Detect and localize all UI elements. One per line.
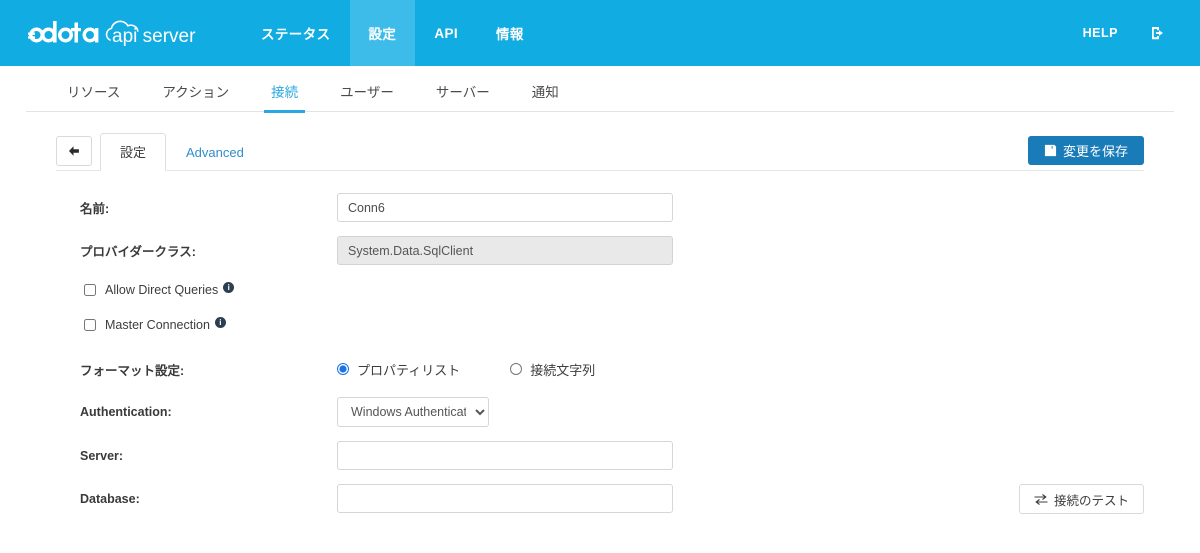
test-connection-button[interactable]: 接続のテスト xyxy=(1019,484,1144,514)
authentication-label: Authentication: xyxy=(56,405,337,419)
main-navigation: ステータス 設定 API 情報 xyxy=(242,0,543,66)
format-connection-string-label[interactable]: 接続文字列 xyxy=(530,360,595,379)
editor-tab-advanced[interactable]: Advanced xyxy=(166,136,264,170)
database-label: Database: xyxy=(56,492,337,506)
logout-button[interactable] xyxy=(1134,0,1182,66)
form-row-provider-class: プロバイダークラス: xyxy=(56,236,1144,265)
format-option-connection-string: 接続文字列 xyxy=(510,360,595,379)
top-header: api server ステータス 設定 API 情報 HELP xyxy=(0,0,1200,66)
content-panel: 設定 Advanced 変更を保存 名前: プロバイダークラス: xyxy=(0,112,1200,513)
subnav-item-resources[interactable]: リソース xyxy=(46,81,141,111)
nav-item-status[interactable]: ステータス xyxy=(242,0,350,66)
database-input[interactable] xyxy=(337,484,673,513)
master-connection-info-icon[interactable]: i xyxy=(215,317,226,328)
connection-settings-form: 名前: プロバイダークラス: Allow Direct Queries i Ma… xyxy=(56,171,1144,513)
nav-item-settings[interactable]: 設定 xyxy=(350,0,416,66)
form-row-authentication: Authentication: Windows Authenticat xyxy=(56,397,1144,427)
form-row-name: 名前: xyxy=(56,193,1144,222)
subnav-item-users[interactable]: ユーザー xyxy=(319,81,415,111)
format-property-list-radio[interactable] xyxy=(337,363,349,375)
editor-tab-settings[interactable]: 設定 xyxy=(100,133,166,171)
subnav-item-notifications[interactable]: 通知 xyxy=(511,81,580,111)
authentication-select[interactable]: Windows Authenticat xyxy=(337,397,489,427)
name-label: 名前: xyxy=(56,198,337,217)
format-radio-group: プロパティリスト 接続文字列 xyxy=(337,360,645,379)
subnav-item-actions[interactable]: アクション xyxy=(141,81,250,111)
master-connection-checkbox[interactable] xyxy=(84,319,96,331)
allow-direct-queries-label[interactable]: Allow Direct Queries xyxy=(105,283,218,297)
save-changes-button[interactable]: 変更を保存 xyxy=(1028,136,1144,165)
provider-class-label: プロバイダークラス: xyxy=(56,241,337,260)
secondary-navigation-wrapper: リソース アクション 接続 ユーザー サーバー 通知 xyxy=(0,66,1200,112)
subnav-item-server[interactable]: サーバー xyxy=(415,81,511,111)
cdata-api-server-logo-icon: api server xyxy=(26,16,196,50)
server-input[interactable] xyxy=(337,441,673,470)
secondary-navigation: リソース アクション 接続 ユーザー サーバー 通知 xyxy=(26,66,1174,112)
allow-direct-queries-row: Allow Direct Queries i xyxy=(56,283,1144,297)
allow-direct-queries-checkbox[interactable] xyxy=(84,284,96,296)
name-input[interactable] xyxy=(337,193,673,222)
transfer-icon xyxy=(1034,494,1048,505)
save-icon xyxy=(1044,144,1057,157)
format-option-property-list: プロパティリスト xyxy=(337,360,460,379)
nav-item-info[interactable]: 情報 xyxy=(477,0,543,66)
format-property-list-label[interactable]: プロパティリスト xyxy=(357,360,460,379)
save-changes-label: 変更を保存 xyxy=(1063,141,1128,160)
provider-class-input xyxy=(337,236,673,265)
svg-text:api server: api server xyxy=(112,26,196,47)
master-connection-row: Master Connection i xyxy=(56,318,1144,332)
subnav-item-connections[interactable]: 接続 xyxy=(250,81,319,111)
back-button[interactable] xyxy=(56,136,92,166)
brand-logo[interactable]: api server xyxy=(0,0,206,66)
editor-tabstrip: 設定 Advanced xyxy=(100,133,264,170)
logout-icon xyxy=(1150,25,1166,41)
header-right-actions: HELP xyxy=(1067,0,1200,66)
format-connection-string-radio[interactable] xyxy=(510,363,522,375)
server-label: Server: xyxy=(56,449,337,463)
form-row-format: フォーマット設定: プロパティリスト 接続文字列 xyxy=(56,355,1144,383)
master-connection-label[interactable]: Master Connection xyxy=(105,318,210,332)
format-label: フォーマット設定: xyxy=(56,360,337,379)
nav-item-api[interactable]: API xyxy=(415,0,477,66)
help-link[interactable]: HELP xyxy=(1067,0,1134,66)
editor-toolbar: 設定 Advanced 変更を保存 xyxy=(56,130,1144,170)
form-row-database: Database: 接続のテスト xyxy=(56,484,1144,513)
arrow-left-icon xyxy=(67,144,81,158)
test-connection-label: 接続のテスト xyxy=(1054,490,1129,509)
form-row-server: Server: xyxy=(56,441,1144,470)
allow-direct-queries-info-icon[interactable]: i xyxy=(223,282,234,293)
